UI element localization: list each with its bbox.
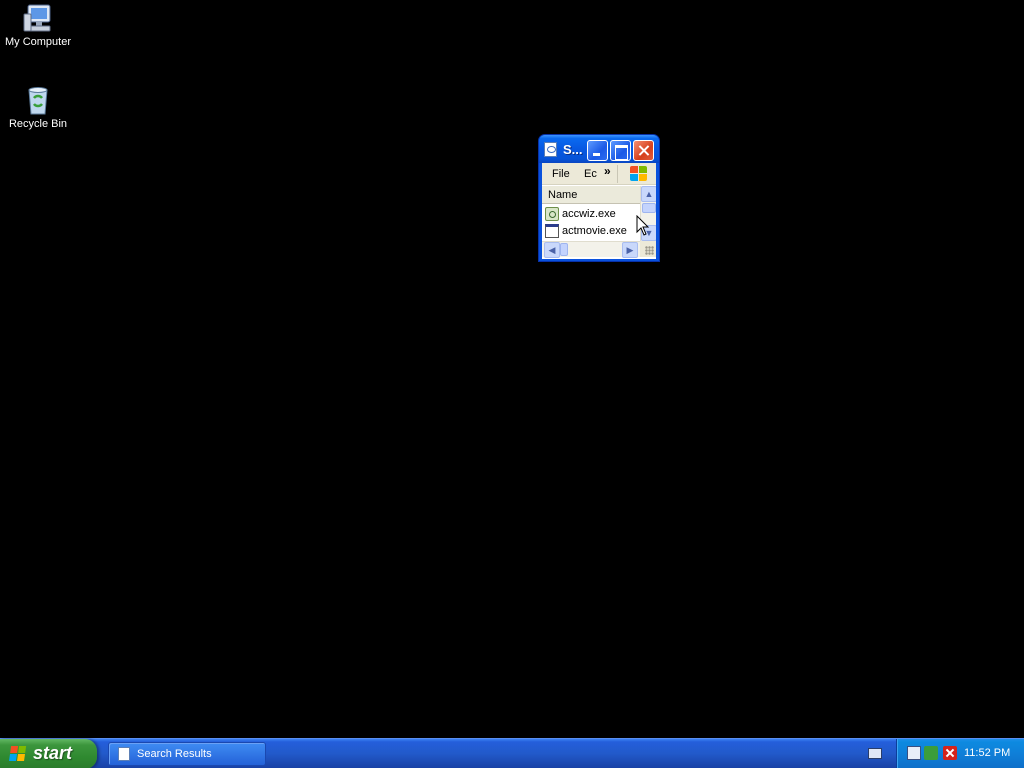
system-tray: 11:52 PM <box>896 739 1024 768</box>
horizontal-scroll-thumb[interactable] <box>560 243 568 256</box>
menu-bar: File Ec » <box>542 163 656 185</box>
accessibility-wizard-icon <box>545 207 559 221</box>
taskbar-button-label: Search Results <box>137 748 212 760</box>
start-label: start <box>33 743 73 763</box>
search-results-icon <box>118 747 130 761</box>
scroll-left-button[interactable]: ◀ <box>544 242 560 258</box>
window-title: S... <box>563 142 583 157</box>
close-button[interactable] <box>633 140 654 161</box>
file-name: accwiz.exe <box>562 208 616 220</box>
menu-separator <box>617 165 618 183</box>
desktop-icon-label: My Computer <box>4 36 72 48</box>
list-item[interactable]: actmovie.exe <box>544 223 640 240</box>
scroll-up-button[interactable]: ▲ <box>641 186 656 202</box>
vertical-scroll-thumb[interactable] <box>642 203 656 213</box>
file-list: accwiz.exe actmovie.exe <box>544 206 640 240</box>
security-center-icon[interactable] <box>924 746 938 760</box>
menu-file[interactable]: File <box>552 168 570 180</box>
security-alert-icon[interactable] <box>943 746 957 760</box>
menu-edit[interactable]: Ec <box>584 168 597 180</box>
desktop-icon-recycle-bin[interactable]: Recycle Bin <box>0 84 76 130</box>
maximize-button[interactable] <box>610 140 631 161</box>
file-name: actmovie.exe <box>562 225 627 237</box>
start-button[interactable]: start <box>0 739 97 768</box>
menu-overflow-chevron-icon[interactable]: » <box>604 164 611 178</box>
keyboard-icon[interactable] <box>868 748 882 759</box>
clock[interactable]: 11:52 PM <box>964 747 1010 759</box>
taskbar: start Search Results 11:52 PM <box>0 738 1024 768</box>
window-client-area: File Ec » Name accwiz.exe actmovie.exe ▲ <box>542 163 656 259</box>
recycle-bin-icon <box>22 84 54 116</box>
window-titlebar[interactable]: S... <box>539 135 659 163</box>
windows-logo-icon <box>630 166 648 183</box>
column-header-name[interactable]: Name <box>542 186 640 204</box>
taskbar-button-search-results[interactable]: Search Results <box>108 742 266 766</box>
windows-logo-icon <box>9 746 28 762</box>
desktop-icon-label: Recycle Bin <box>8 118 68 130</box>
minimize-button[interactable] <box>587 140 608 161</box>
list-item[interactable]: accwiz.exe <box>544 206 640 223</box>
horizontal-scrollbar[interactable]: ◀ ▶ <box>542 241 640 258</box>
network-icon[interactable] <box>907 746 921 760</box>
application-window-icon <box>545 224 559 238</box>
scroll-right-button[interactable]: ▶ <box>622 242 638 258</box>
my-computer-icon <box>22 2 54 34</box>
search-results-icon <box>544 142 557 157</box>
desktop-icon-my-computer[interactable]: My Computer <box>0 2 76 48</box>
search-results-window: S... File Ec » Name accwiz.exe actmovie.… <box>538 134 660 262</box>
resize-grip[interactable] <box>640 241 656 257</box>
